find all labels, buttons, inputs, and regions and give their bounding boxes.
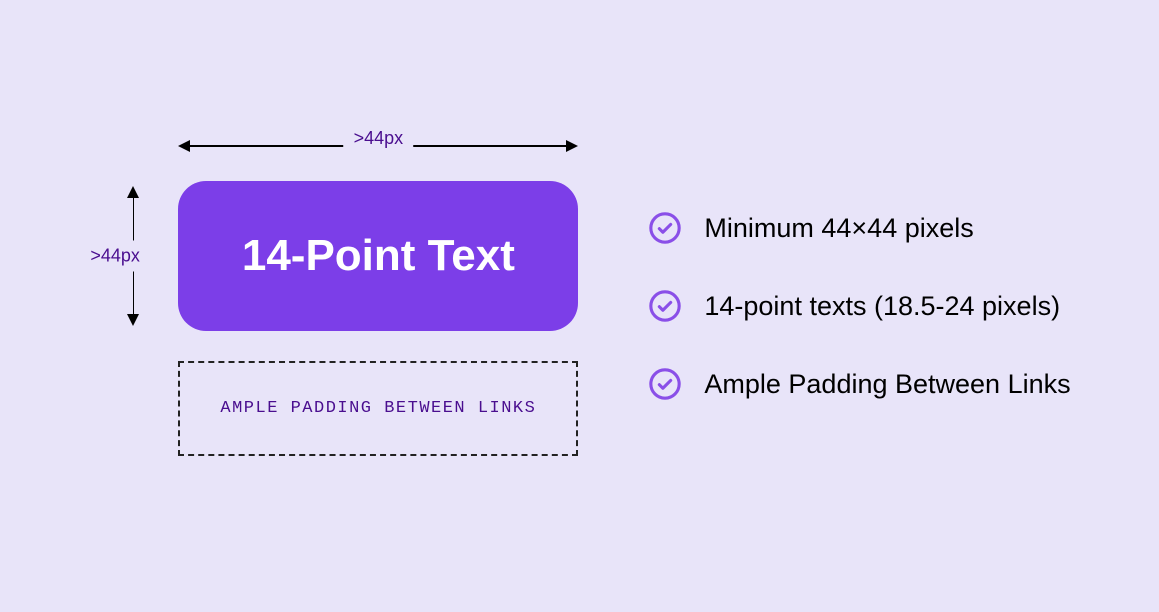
height-dimension-arrow: >44px	[118, 186, 148, 326]
checklist-item: 14-point texts (18.5-24 pixels)	[648, 289, 1070, 323]
checklist-item-text: 14-point texts (18.5-24 pixels)	[704, 291, 1060, 322]
padding-box-text: AMPLE PADDING BETWEEN LINKS	[220, 399, 536, 418]
checklist-panel: Minimum 44×44 pixels 14-point texts (18.…	[648, 211, 1070, 401]
diagram-panel: >44px >44px 14-Point Text AMPLE PADDING …	[88, 131, 588, 481]
padding-example-box: AMPLE PADDING BETWEEN LINKS	[178, 361, 578, 456]
example-button[interactable]: 14-Point Text	[178, 181, 578, 331]
arrow-up-icon	[127, 186, 139, 198]
arrow-right-icon	[566, 140, 578, 152]
width-dimension-arrow: >44px	[178, 131, 578, 161]
checklist-item: Minimum 44×44 pixels	[648, 211, 1070, 245]
checklist-item-text: Ample Padding Between Links	[704, 369, 1070, 400]
checklist-item: Ample Padding Between Links	[648, 367, 1070, 401]
width-label: >44px	[344, 128, 414, 149]
check-circle-icon	[648, 211, 682, 245]
check-circle-icon	[648, 289, 682, 323]
checklist-item-text: Minimum 44×44 pixels	[704, 213, 973, 244]
arrow-down-icon	[127, 314, 139, 326]
button-text: 14-Point Text	[242, 231, 515, 281]
arrow-left-icon	[178, 140, 190, 152]
check-circle-icon	[648, 367, 682, 401]
height-label: >44px	[90, 241, 140, 272]
